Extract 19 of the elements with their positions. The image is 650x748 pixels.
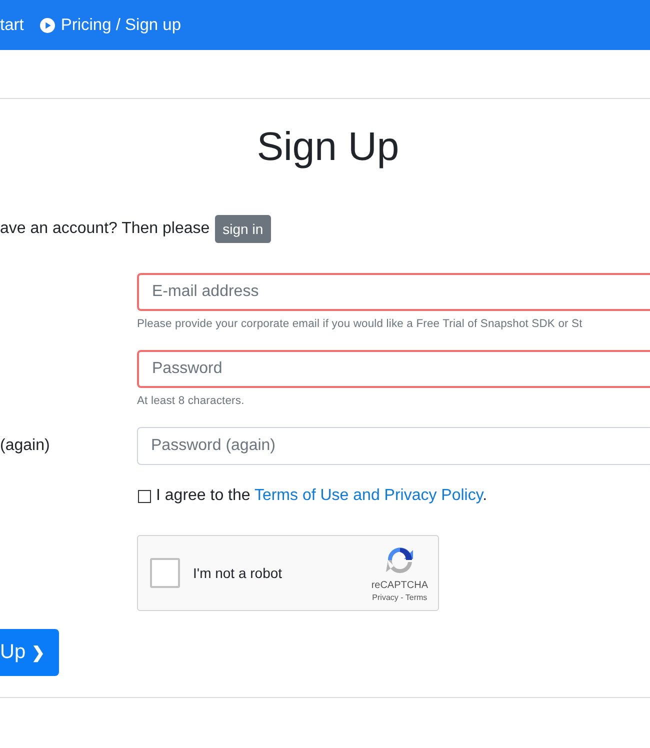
captcha-links[interactable]: Privacy - Terms (372, 593, 428, 602)
checkbox[interactable] (138, 490, 151, 502)
captcha-brand: reCAPTCHA (371, 580, 428, 591)
terms-link[interactable]: Terms of Use and Privacy Policy (254, 487, 483, 504)
input-field[interactable]: E-mail address (137, 273, 650, 311)
field-hint: Please provide your corporate email if you would like a Free Trial of Snapshot SDK or St (137, 318, 584, 332)
field-label: (again) (0, 437, 50, 454)
captcha-checkbox[interactable] (150, 558, 180, 588)
signin-prompt-text: ave an account? Then please (0, 220, 210, 238)
page-heading: Sign Up (256, 124, 400, 171)
nav-link[interactable]: tart (0, 16, 24, 34)
nav-link[interactable]: Pricing / Sign up (40, 16, 181, 34)
input-field[interactable]: Password (again) (137, 427, 650, 465)
sign-up-button[interactable]: Up ❯ (0, 629, 59, 676)
field-hint: At least 8 characters. (137, 395, 246, 409)
captcha-label: I'm not a robot (193, 565, 284, 581)
input-field[interactable]: Password (137, 350, 650, 388)
agree-text: I agree to the Terms of Use and Privacy Policy. (156, 487, 488, 505)
sign-in-button[interactable]: sign in (214, 215, 272, 243)
